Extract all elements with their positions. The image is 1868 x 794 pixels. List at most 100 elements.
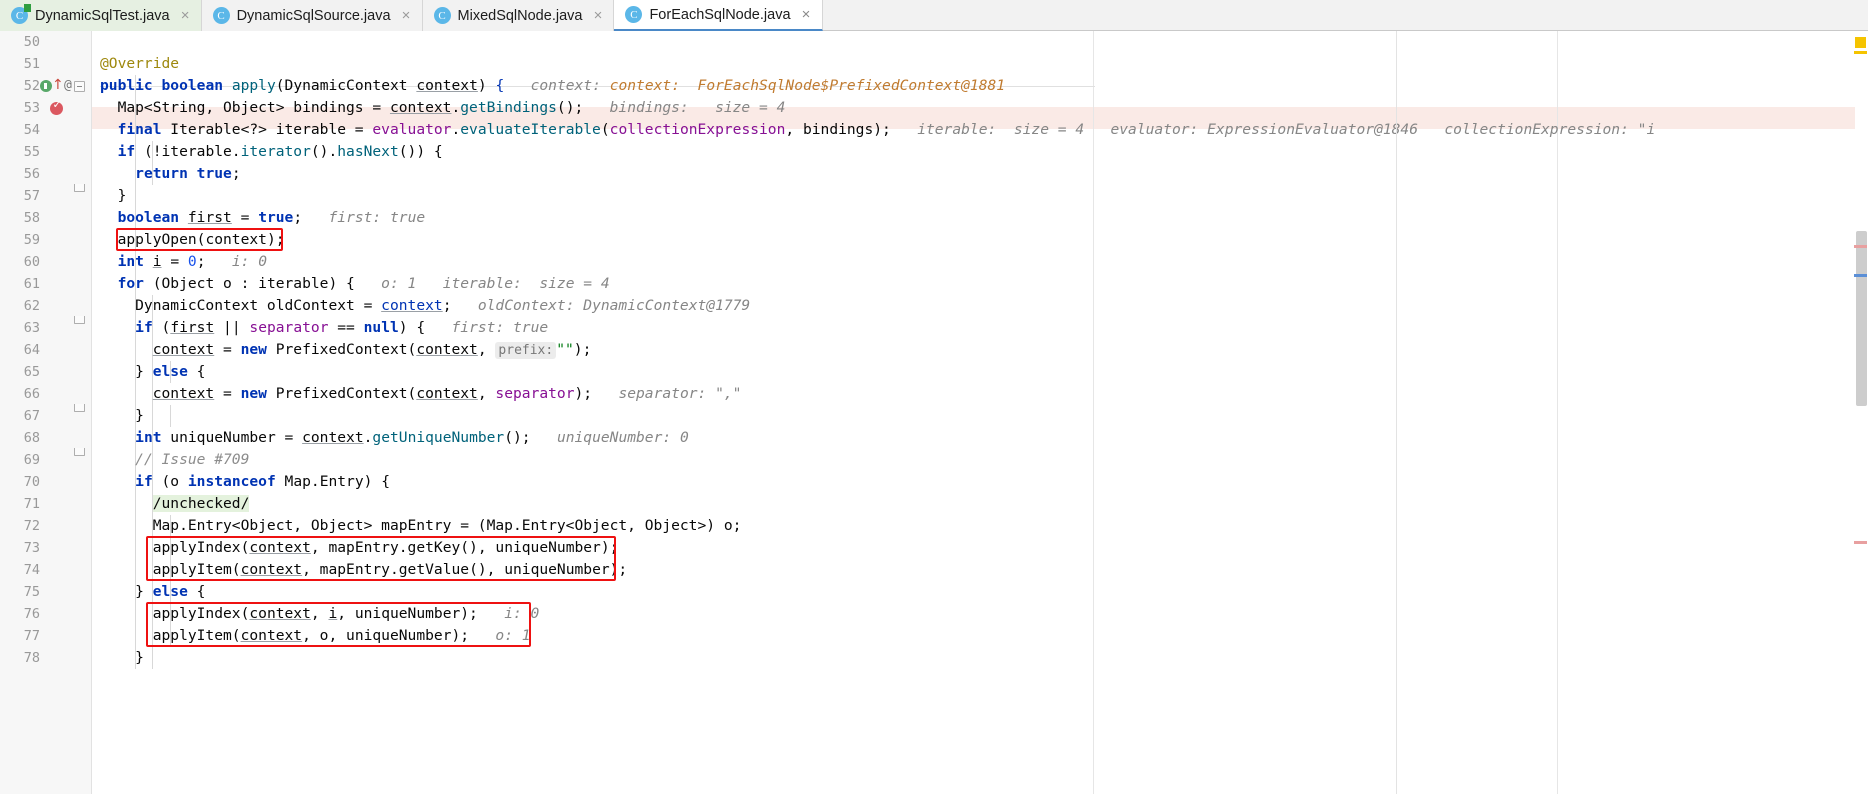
code-line-74[interactable]: applyItem(context, mapEntry.getValue(), …: [100, 559, 628, 581]
editor-right-divider: [1093, 31, 1094, 794]
line-number: 50: [23, 34, 40, 50]
fold-region-end-icon[interactable]: [74, 184, 85, 192]
line-number: 58: [23, 210, 40, 226]
code-line-58[interactable]: boolean first = true; first: true: [100, 207, 426, 229]
line-number: 67: [23, 408, 40, 424]
code-line-59[interactable]: applyOpen(context);: [100, 229, 285, 251]
inline-hint-collection-expression: collectionExpression: "i: [1444, 121, 1656, 138]
java-class-icon: C: [11, 4, 31, 24]
warning-marker-icon[interactable]: [1855, 37, 1866, 48]
editor-tab-bar: C DynamicSqlTest.java × C DynamicSqlSour…: [0, 0, 1868, 31]
tab-dynamicsqltest[interactable]: C DynamicSqlTest.java ×: [0, 0, 202, 31]
error-marker[interactable]: [1854, 541, 1867, 544]
code-line-62[interactable]: DynamicContext oldContext = context; old…: [100, 295, 750, 317]
tab-mixedsqlnode[interactable]: C MixedSqlNode.java ×: [422, 0, 615, 31]
code-line-68[interactable]: int uniqueNumber = context.getUniqueNumb…: [100, 427, 689, 449]
inline-hint-separator: separator: ",": [618, 385, 742, 402]
annotation-token: @Override: [100, 55, 180, 72]
indent-guide: [170, 405, 171, 427]
code-line-54[interactable]: final Iterable<?> iterable = evaluator.e…: [100, 119, 1656, 141]
code-line-72[interactable]: Map.Entry<Object, Object> mapEntry = (Ma…: [100, 515, 742, 537]
line-number: 77: [23, 628, 40, 644]
line-number: 61: [23, 276, 40, 292]
inline-hint-bindings: bindings: size = 4: [609, 99, 786, 116]
code-line-67[interactable]: }: [100, 405, 144, 427]
line-number: 54: [23, 122, 40, 138]
inline-hint-evaluator: evaluator: ExpressionEvaluator@1846: [1110, 121, 1419, 138]
line-number: 51: [23, 56, 40, 72]
code-line-71[interactable]: /unchecked/: [100, 493, 250, 515]
line-number: 69: [23, 452, 40, 468]
code-editor[interactable]: 50 51 52 53 54 55 56 57 58 59 60 61 62 6…: [0, 31, 1868, 794]
breakpoint-icon[interactable]: [50, 98, 63, 115]
editor-scrollbar[interactable]: [1854, 31, 1868, 794]
inline-hint-i: i: 0: [231, 253, 267, 270]
tab-dynamicsqlsource[interactable]: C DynamicSqlSource.java ×: [201, 0, 423, 31]
code-line-65[interactable]: } else {: [100, 361, 205, 383]
class-icon-letter: C: [630, 8, 638, 21]
inline-hint-first-loop: first: true: [451, 319, 549, 336]
inline-hint-uniquenumber: uniqueNumber: 0: [556, 429, 689, 446]
java-class-icon: C: [433, 7, 451, 24]
comment-token: // Issue #709: [135, 451, 250, 468]
overriding-method-icon[interactable]: ↑: [52, 78, 64, 92]
code-line-73[interactable]: applyIndex(context, mapEntry.getKey(), u…: [100, 537, 619, 559]
fold-region-end-icon[interactable]: [74, 404, 85, 412]
line-number: 71: [23, 496, 40, 512]
line-number: 68: [23, 430, 40, 446]
code-line-64[interactable]: context = new PrefixedContext(context, p…: [100, 339, 591, 361]
code-line-76[interactable]: applyIndex(context, i, uniqueNumber); i:…: [100, 603, 540, 625]
code-line-61[interactable]: for (Object o : iterable) { o: 1 iterabl…: [100, 273, 610, 295]
code-line-66[interactable]: context = new PrefixedContext(context, s…: [100, 383, 742, 405]
code-line-75[interactable]: } else {: [100, 581, 205, 603]
line-number: 63: [23, 320, 40, 336]
inline-hint-o-apply: o: 1: [495, 627, 531, 644]
line-number: 56: [23, 166, 40, 182]
inline-hint-context-value: context: ForEachSqlNode$PrefixedContext@…: [609, 77, 1006, 94]
caret-position-marker[interactable]: [1854, 274, 1867, 277]
class-icon-letter: C: [217, 9, 225, 22]
line-number: 72: [23, 518, 40, 534]
warning-marker-stripe[interactable]: [1854, 51, 1867, 54]
code-line-57[interactable]: }: [100, 185, 127, 207]
code-line-63[interactable]: if (first || separator == null) { first:…: [100, 317, 548, 339]
class-icon-letter: C: [438, 9, 446, 22]
code-line-77[interactable]: applyItem(context, o, uniqueNumber); o: …: [100, 625, 531, 647]
fold-region-end-icon[interactable]: [74, 448, 85, 456]
inline-hint-oldcontext: oldContext: DynamicContext@1779: [477, 297, 751, 314]
editor-right-pane: [1396, 31, 1868, 794]
run-method-icon[interactable]: [40, 80, 52, 92]
fold-region-end-icon[interactable]: [74, 316, 85, 324]
close-icon[interactable]: ×: [179, 8, 192, 23]
code-line-52[interactable]: public boolean apply(DynamicContext cont…: [100, 75, 1005, 97]
code-line-56[interactable]: return true;: [100, 163, 240, 185]
code-line-55[interactable]: if (!iterable.iterator().hasNext()) {: [100, 141, 443, 163]
class-icon-letter: C: [15, 9, 24, 22]
tab-foreachsqlnode[interactable]: C ForEachSqlNode.java ×: [614, 0, 823, 31]
line-number: 70: [23, 474, 40, 490]
close-icon[interactable]: ×: [800, 7, 813, 22]
line-number: 75: [23, 584, 40, 600]
close-icon[interactable]: ×: [591, 8, 604, 23]
tab-label: DynamicSqlTest.java: [35, 7, 170, 24]
inline-hint-o: o: 1: [381, 275, 417, 292]
fold-collapse-icon[interactable]: [74, 81, 85, 92]
inline-hint-i-apply: i: 0: [504, 605, 540, 622]
editor-gutter[interactable]: 50 51 52 53 54 55 56 57 58 59 60 61 62 6…: [0, 31, 92, 794]
code-line-69[interactable]: // Issue #709: [100, 449, 249, 471]
close-icon[interactable]: ×: [400, 8, 413, 23]
code-line-60[interactable]: int i = 0; i: 0: [100, 251, 267, 273]
java-class-icon: C: [212, 7, 230, 24]
code-line-53[interactable]: Map<String, Object> bindings = context.g…: [100, 97, 786, 119]
execution-point-marker[interactable]: [1854, 245, 1867, 248]
inline-hint-context-label: context:: [530, 77, 610, 94]
line-number: 62: [23, 298, 40, 314]
unchecked-annotation-token: /unchecked/: [152, 495, 250, 512]
code-line-78[interactable]: }: [100, 647, 144, 669]
code-line-51[interactable]: @Override: [100, 53, 179, 75]
inline-hint-iterable: iterable: size = 4: [917, 121, 1085, 138]
scrollbar-thumb[interactable]: [1856, 231, 1867, 406]
java-class-icon: C: [625, 6, 643, 23]
code-line-70[interactable]: if (o instanceof Map.Entry) {: [100, 471, 390, 493]
line-number: 76: [23, 606, 40, 622]
